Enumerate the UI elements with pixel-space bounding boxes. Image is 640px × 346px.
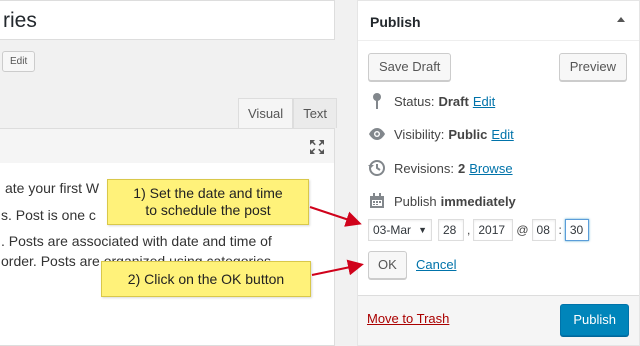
arrow-to-ok-button bbox=[311, 259, 364, 276]
annotation-arrows bbox=[309, 206, 364, 276]
arrow-to-date-fields bbox=[309, 206, 362, 227]
